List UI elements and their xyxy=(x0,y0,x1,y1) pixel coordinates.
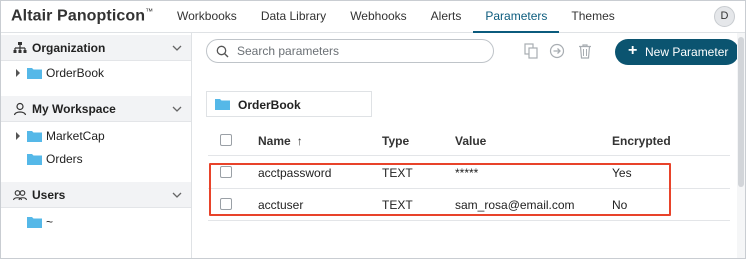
move-icon[interactable] xyxy=(549,43,565,59)
cell-encrypted: Yes xyxy=(612,166,632,180)
top-bar: Altair Panopticon™ Workbooks Data Librar… xyxy=(1,1,745,33)
select-all-checkbox[interactable] xyxy=(220,134,232,146)
new-parameter-label: New Parameter xyxy=(645,45,729,59)
cell-value: sam_rosa@email.com xyxy=(455,198,575,212)
org-hierarchy-icon xyxy=(13,42,27,53)
tree-item-home[interactable]: ~ xyxy=(1,212,191,232)
section-users[interactable]: Users xyxy=(1,182,191,208)
cell-encrypted: No xyxy=(612,198,628,212)
folder-icon xyxy=(215,99,230,110)
caret-right-icon[interactable] xyxy=(14,68,22,78)
search-icon xyxy=(216,45,229,58)
folder-icon xyxy=(27,68,42,79)
sidebar: Organization OrderBook My Workspace Mark… xyxy=(1,33,192,258)
chevron-down-icon[interactable] xyxy=(171,189,183,201)
tree-item-orders[interactable]: Orders xyxy=(1,149,191,169)
user-avatar[interactable]: D xyxy=(714,6,735,27)
tab-workbooks[interactable]: Workbooks xyxy=(165,1,249,33)
tab-data-library[interactable]: Data Library xyxy=(249,1,338,33)
search-box[interactable] xyxy=(206,39,494,63)
plus-icon: + xyxy=(628,42,638,59)
cell-value: ***** xyxy=(455,166,479,180)
cell-name: acctuser xyxy=(258,198,304,212)
tree-item-label: Orders xyxy=(46,152,83,166)
main-panel: + New Parameter OrderBook Name ↑ Type Val… xyxy=(192,33,745,258)
app-window: Altair Panopticon™ Workbooks Data Librar… xyxy=(0,0,746,259)
breadcrumb[interactable]: OrderBook xyxy=(206,91,372,117)
app-title: Altair Panopticon xyxy=(11,7,146,25)
sort-ascending-icon[interactable]: ↑ xyxy=(297,134,303,148)
row-checkbox[interactable] xyxy=(220,166,232,178)
folder-icon xyxy=(27,154,42,165)
trademark-mark: ™ xyxy=(145,7,154,16)
table-row[interactable]: acctuser TEXT sam_rosa@email.com No xyxy=(208,189,730,221)
folder-icon xyxy=(27,217,42,228)
cell-name: acctpassword xyxy=(258,166,332,180)
new-parameter-button[interactable]: + New Parameter xyxy=(615,39,739,65)
cell-type: TEXT xyxy=(382,198,413,212)
tree-item-label: MarketCap xyxy=(46,129,105,143)
column-header-value[interactable]: Value xyxy=(455,134,486,148)
breadcrumb-folder: OrderBook xyxy=(238,98,301,112)
trash-icon[interactable] xyxy=(577,43,593,59)
folder-icon xyxy=(27,131,42,142)
caret-right-icon[interactable] xyxy=(14,131,22,141)
section-users-label: Users xyxy=(32,188,66,202)
section-my-workspace[interactable]: My Workspace xyxy=(1,96,191,122)
table-header: Name ↑ Type Value Encrypted xyxy=(208,125,730,156)
section-my-workspace-label: My Workspace xyxy=(32,102,116,116)
tree-item-label: ~ xyxy=(46,215,54,229)
column-header-type[interactable]: Type xyxy=(382,134,409,148)
column-header-name-label: Name xyxy=(258,134,291,148)
main-nav: Workbooks Data Library Webhooks Alerts P… xyxy=(165,1,627,33)
section-organization-label: Organization xyxy=(32,41,106,55)
search-input[interactable] xyxy=(237,43,482,59)
section-organization[interactable]: Organization xyxy=(1,35,191,61)
tab-alerts[interactable]: Alerts xyxy=(419,1,474,33)
users-icon xyxy=(13,190,27,201)
cell-type: TEXT xyxy=(382,166,413,180)
chevron-down-icon[interactable] xyxy=(171,42,183,54)
app-logo: Altair Panopticon™ xyxy=(11,7,153,25)
tab-themes[interactable]: Themes xyxy=(559,1,626,33)
tree-item-label: OrderBook xyxy=(46,66,105,80)
copy-icon[interactable] xyxy=(523,43,539,59)
tab-parameters[interactable]: Parameters xyxy=(473,1,560,33)
column-header-name[interactable]: Name ↑ xyxy=(258,134,303,148)
table-row[interactable]: acctpassword TEXT ***** Yes xyxy=(208,157,730,189)
user-icon xyxy=(13,102,27,116)
tree-item-orderbook[interactable]: OrderBook xyxy=(1,63,191,83)
row-checkbox[interactable] xyxy=(220,198,232,210)
column-header-encrypted[interactable]: Encrypted xyxy=(612,134,671,148)
tab-webhooks[interactable]: Webhooks xyxy=(338,1,418,33)
chevron-down-icon[interactable] xyxy=(171,103,183,115)
scrollbar-thumb[interactable] xyxy=(738,37,744,187)
tree-item-marketcap[interactable]: MarketCap xyxy=(1,126,191,146)
